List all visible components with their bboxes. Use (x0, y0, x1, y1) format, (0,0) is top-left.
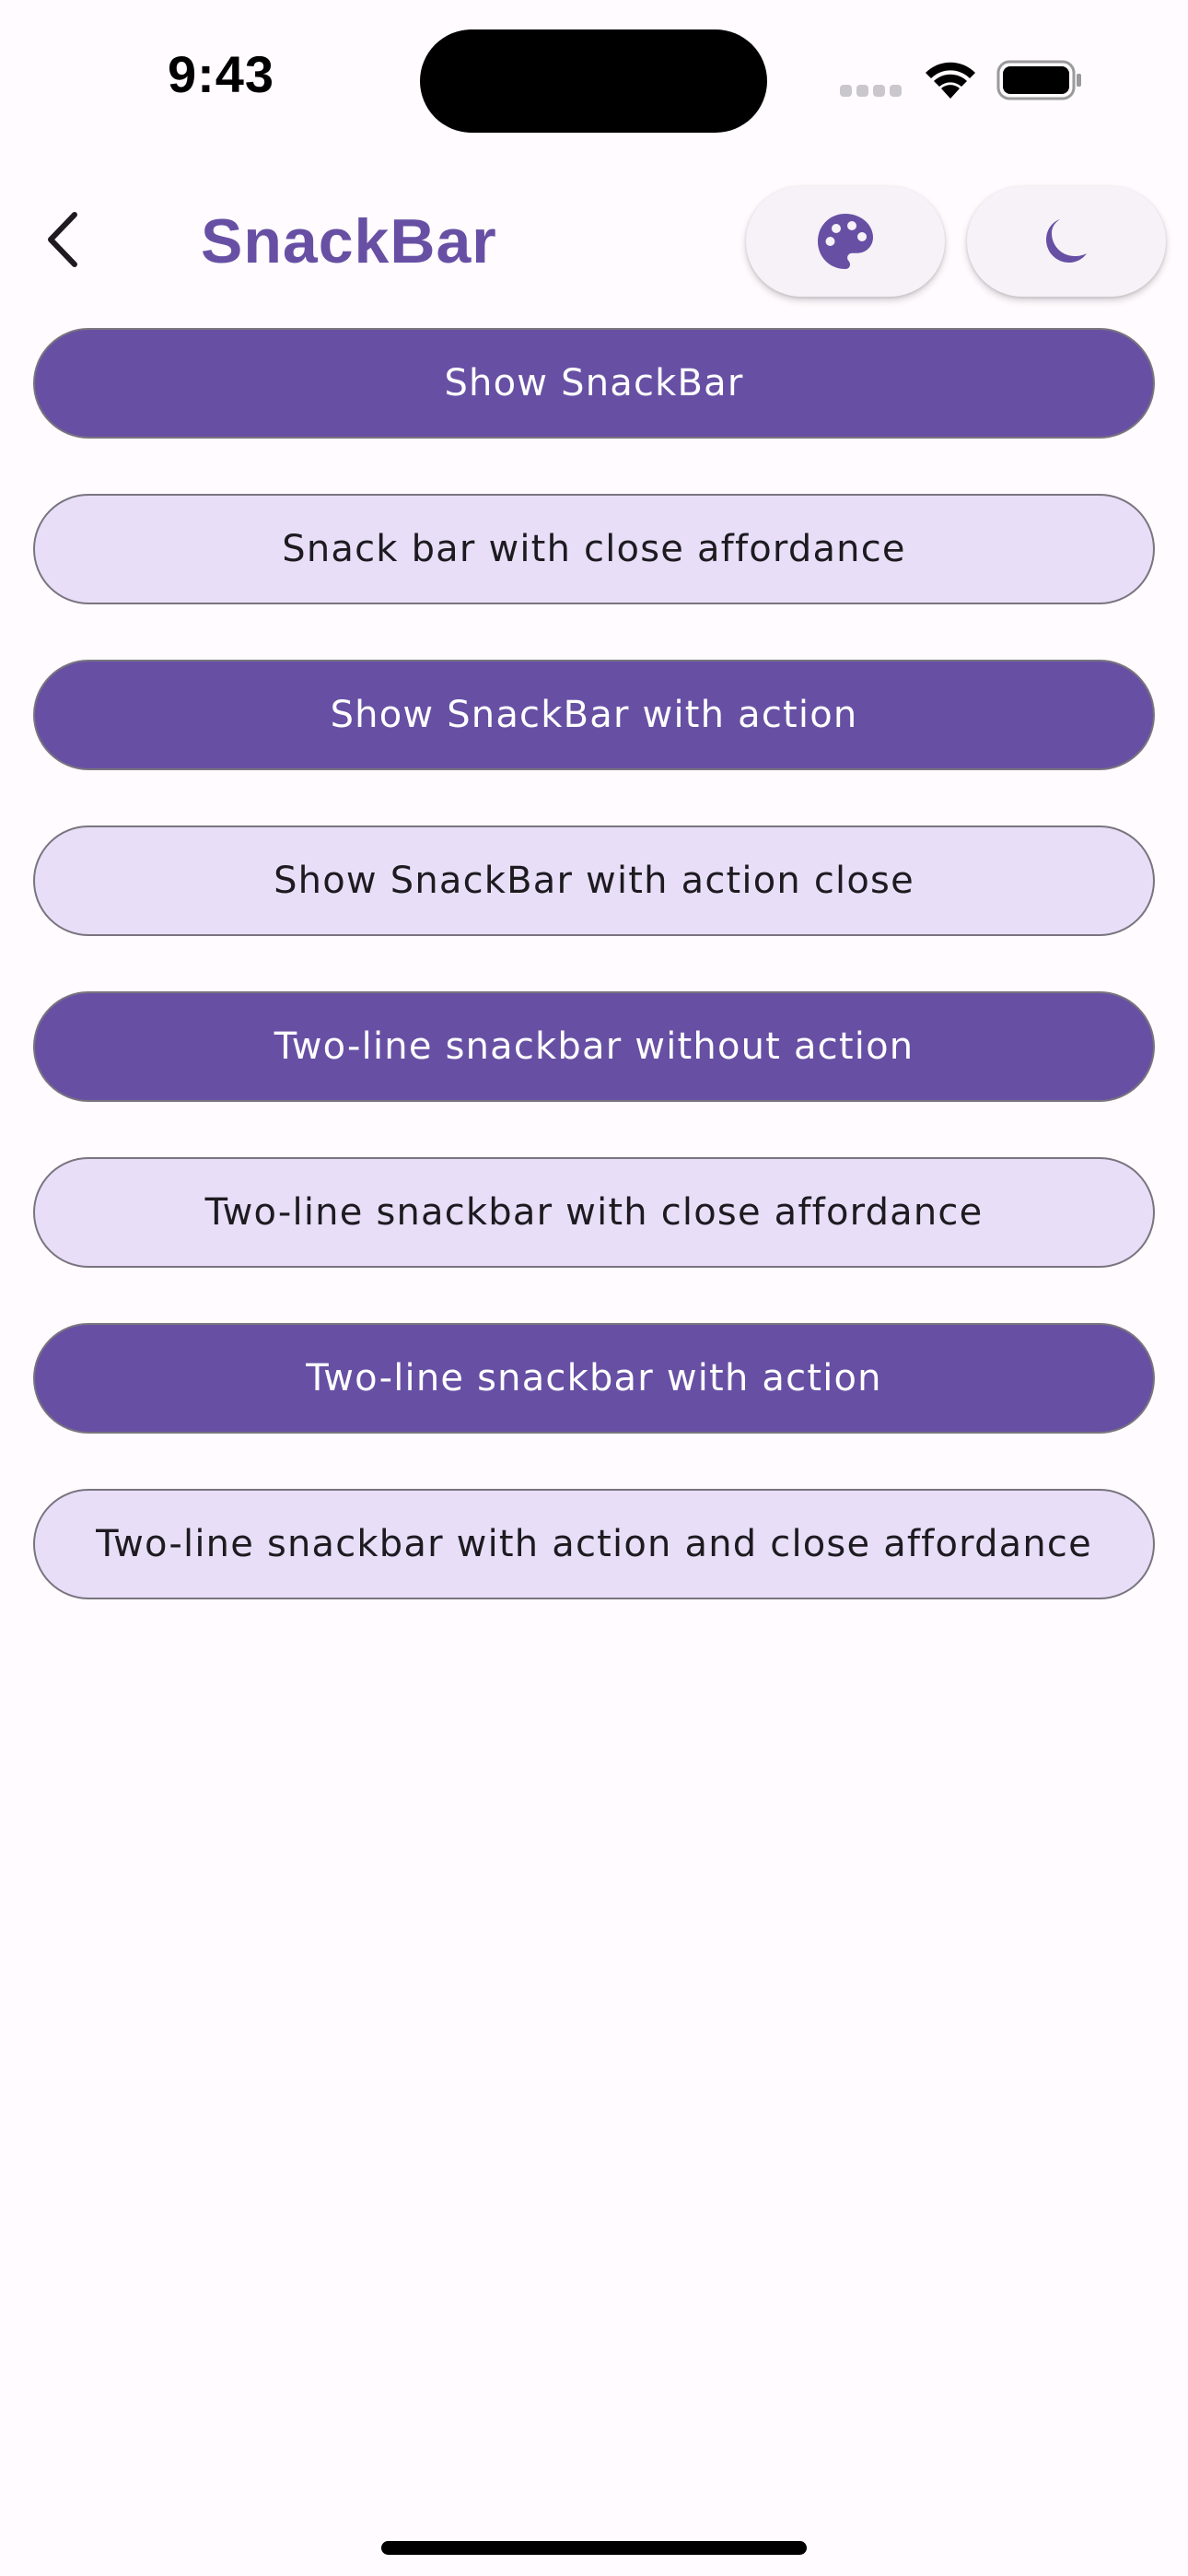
show-snackbar-button[interactable]: Show SnackBar (33, 328, 1155, 439)
two-line-snackbar-action-close-button[interactable]: Two-line snackbar with action and close … (33, 1489, 1155, 1599)
theme-toggle-button[interactable] (967, 186, 1166, 297)
two-line-snackbar-without-action-button[interactable]: Two-line snackbar without action (33, 991, 1155, 1102)
app-bar: SnackBar (0, 175, 1188, 304)
show-snackbar-with-action-button[interactable]: Show SnackBar with action (33, 660, 1155, 770)
status-bar: 9:43 (0, 0, 1188, 157)
chevron-left-icon (48, 212, 77, 267)
two-line-snackbar-with-action-button[interactable]: Two-line snackbar with action (33, 1323, 1155, 1434)
cellular-signal-icon (840, 85, 904, 98)
wifi-icon (921, 58, 980, 100)
page-title: SnackBar (201, 206, 497, 276)
moon-icon (1046, 219, 1087, 263)
two-line-snackbar-close-affordance-button[interactable]: Two-line snackbar with close affordance (33, 1157, 1155, 1268)
show-snackbar-with-action-close-button[interactable]: Show SnackBar with action close (33, 825, 1155, 936)
back-button[interactable] (26, 203, 99, 276)
home-indicator[interactable] (381, 2541, 807, 2555)
snackbar-close-affordance-button[interactable]: Snack bar with close affordance (33, 494, 1155, 604)
dynamic-island (420, 29, 767, 133)
battery-icon (996, 60, 1083, 100)
status-time: 9:43 (167, 45, 275, 103)
palette-button[interactable] (746, 186, 945, 297)
palette-icon (818, 214, 873, 269)
